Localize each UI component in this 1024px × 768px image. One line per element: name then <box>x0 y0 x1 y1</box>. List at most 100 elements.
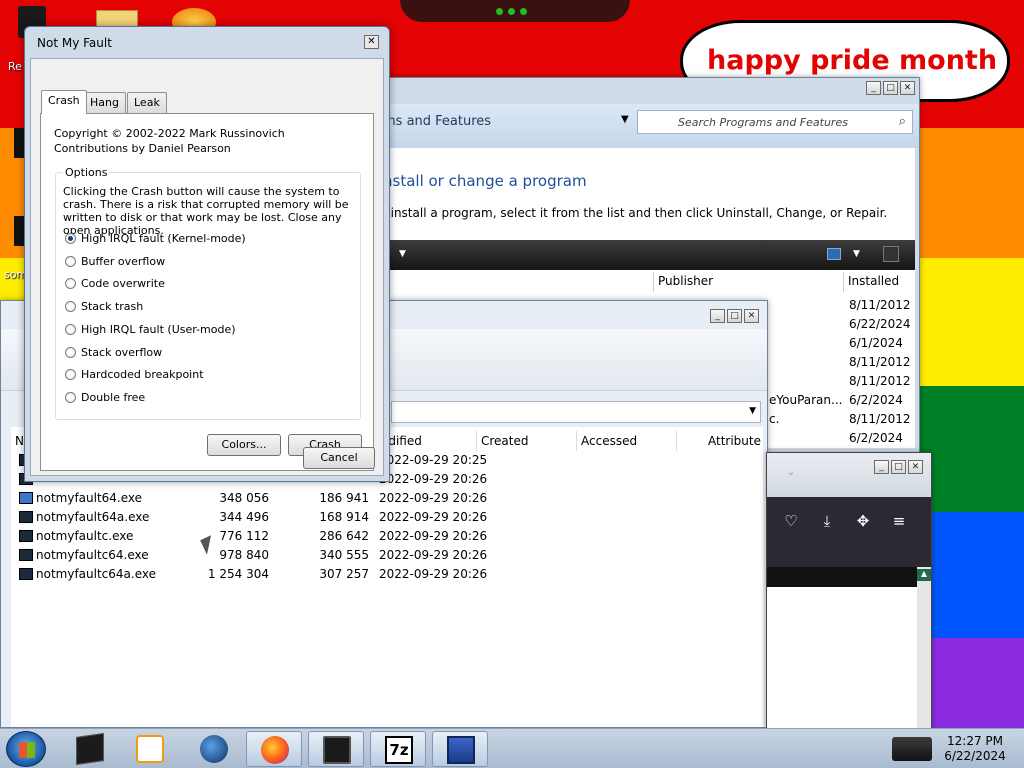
cancel-button[interactable]: Cancel <box>303 447 375 469</box>
contributions-text: Contributions by Daniel Pearson <box>54 142 231 155</box>
chevron-down-icon[interactable]: ⌄ <box>787 467 795 478</box>
option-high-irql-kernel[interactable]: High IRQL fault (Kernel-mode) <box>65 230 246 246</box>
taskbar-item-globe[interactable] <box>186 731 242 767</box>
file-row[interactable]: notmyfaultc64a.exe 1 254 304 307 257 202… <box>11 565 763 584</box>
option-buffer-overflow[interactable]: Buffer overflow <box>65 253 165 269</box>
radio-button[interactable] <box>65 323 76 335</box>
radio-button[interactable] <box>65 300 76 312</box>
option-high-irql-user[interactable]: High IRQL fault (User-mode) <box>65 321 236 337</box>
close-icon[interactable]: ✕ <box>908 460 923 474</box>
option-label: Code overwrite <box>81 276 165 290</box>
option-stack-trash[interactable]: Stack trash <box>65 298 143 314</box>
search-icon[interactable]: ⌕ <box>899 114 906 129</box>
options-legend: Options <box>63 166 110 179</box>
maximize-icon[interactable]: □ <box>883 81 898 95</box>
pocket-icon[interactable]: ♡ <box>781 511 801 531</box>
taskbar-item-terminal[interactable] <box>62 731 118 767</box>
taskbar-item-notmyfault[interactable] <box>432 731 488 767</box>
radio-button[interactable] <box>65 255 76 267</box>
search-input[interactable]: Search Programs and Features ⌕ <box>637 110 913 134</box>
option-hardcoded-breakpoint[interactable]: Hardcoded breakpoint <box>65 366 204 382</box>
clock-date: 6/22/2024 <box>944 749 1006 763</box>
file-name: notmyfault64.exe <box>36 491 143 505</box>
7zip-icon: 7z <box>385 736 413 764</box>
column-header-accessed[interactable]: Accessed <box>576 431 676 451</box>
column-header-created[interactable]: Created <box>476 431 576 451</box>
column-header-attributes[interactable]: Attribute <box>676 431 763 451</box>
download-icon[interactable]: ⤓ <box>817 511 837 531</box>
exe-icon <box>19 492 33 504</box>
chevron-down-icon[interactable]: ▼ <box>399 249 406 259</box>
minimize-icon[interactable]: _ <box>866 81 881 95</box>
window-controls: _ □ ✕ <box>866 81 915 95</box>
dialog-body: Crash Hang Leak Copyright © 2002-2022 Ma… <box>30 58 384 476</box>
file-row[interactable]: notmyfaultc.exe 776 112 286 642 2022-09-… <box>11 527 763 546</box>
maximize-icon[interactable]: □ <box>891 460 906 474</box>
column-header-installed[interactable]: Installed <box>843 272 915 292</box>
minimize-icon[interactable]: _ <box>874 460 889 474</box>
file-name: notmyfaultc64a.exe <box>36 567 156 581</box>
tab-hang[interactable]: Hang <box>83 92 126 113</box>
taskbar-item-firefox[interactable] <box>246 731 302 767</box>
file-row[interactable]: notmyfaultc64.exe 978 840 340 555 2022-0… <box>11 546 763 565</box>
option-double-free[interactable]: Double free <box>65 389 145 405</box>
exe-icon <box>19 568 33 580</box>
radio-button[interactable] <box>65 346 76 358</box>
file-size: 1 254 304 <box>207 567 269 581</box>
network-tray-icon[interactable] <box>892 737 932 761</box>
radio-button-selected[interactable] <box>65 232 76 244</box>
scroll-up-icon[interactable]: ▲ <box>917 569 931 581</box>
scrollbar[interactable]: ▲ <box>917 567 931 729</box>
menu-icon[interactable]: ≡ <box>889 511 909 531</box>
close-icon[interactable]: ✕ <box>744 309 759 323</box>
file-name: notmyfault64a.exe <box>36 510 150 524</box>
help-icon[interactable] <box>883 246 899 262</box>
view-icon[interactable] <box>827 248 841 260</box>
breadcrumb[interactable]: ms and Features <box>383 114 491 129</box>
option-stack-overflow[interactable]: Stack overflow <box>65 344 162 360</box>
taskbar-item-7zip[interactable]: 7z <box>370 731 426 767</box>
option-code-overwrite[interactable]: Code overwrite <box>65 275 165 291</box>
clock[interactable]: 12:27 PM 6/22/2024 <box>940 734 1010 764</box>
file-packed-size: 186 941 <box>319 491 369 505</box>
start-button[interactable] <box>6 731 46 767</box>
creature-eye <box>496 8 503 15</box>
file-size: 348 056 <box>219 491 269 505</box>
file-modified: 2022-09-29 20:26 <box>379 491 488 505</box>
radio-button[interactable] <box>65 391 76 403</box>
exe-icon <box>19 530 33 542</box>
close-icon[interactable]: ✕ <box>900 81 915 95</box>
chevron-down-icon[interactable]: ▼ <box>853 249 860 259</box>
taskbar-item-monitor[interactable] <box>308 731 364 767</box>
installed-date: 8/11/2012 <box>849 374 911 388</box>
file-row[interactable]: notmyfault64.exe 348 056 186 941 2022-09… <box>11 489 763 508</box>
minimize-icon[interactable]: _ <box>710 309 725 323</box>
option-label: High IRQL fault (Kernel-mode) <box>81 231 246 245</box>
file-packed-size: 340 555 <box>319 548 369 562</box>
file-row[interactable]: notmyfault64a.exe 344 496 168 914 2022-0… <box>11 508 763 527</box>
publisher-cell: c. <box>769 412 780 426</box>
file-size: 978 840 <box>219 548 269 562</box>
not-my-fault-dialog: Not My Fault ✕ Crash Hang Leak Copyright… <box>24 26 390 482</box>
maximize-icon[interactable]: □ <box>727 309 742 323</box>
colors-button[interactable]: Colors... <box>207 434 281 456</box>
radio-button[interactable] <box>65 368 76 380</box>
installed-date: 8/11/2012 <box>849 298 911 312</box>
column-header-modified[interactable]: odified <box>376 431 474 451</box>
extensions-icon[interactable]: ✥ <box>853 511 873 531</box>
path-input[interactable]: ▼ <box>391 401 761 423</box>
tab-leak[interactable]: Leak <box>127 92 167 113</box>
tab-crash[interactable]: Crash <box>41 90 87 114</box>
creature-eye <box>520 8 527 15</box>
column-header-publisher[interactable]: Publisher <box>653 272 843 292</box>
clock-time: 12:27 PM <box>947 734 1003 748</box>
taskbar-item-media-player[interactable] <box>122 731 178 767</box>
close-icon[interactable]: ✕ <box>364 35 379 49</box>
file-size: 344 496 <box>219 510 269 524</box>
creature-eye <box>508 8 515 15</box>
chevron-down-icon[interactable]: ▼ <box>749 406 756 416</box>
radio-button[interactable] <box>65 277 76 289</box>
taskbar: 7z 12:27 PM 6/22/2024 <box>0 728 1024 768</box>
installed-date: 6/2/2024 <box>849 431 903 445</box>
chevron-down-icon[interactable]: ▼ <box>621 114 629 125</box>
